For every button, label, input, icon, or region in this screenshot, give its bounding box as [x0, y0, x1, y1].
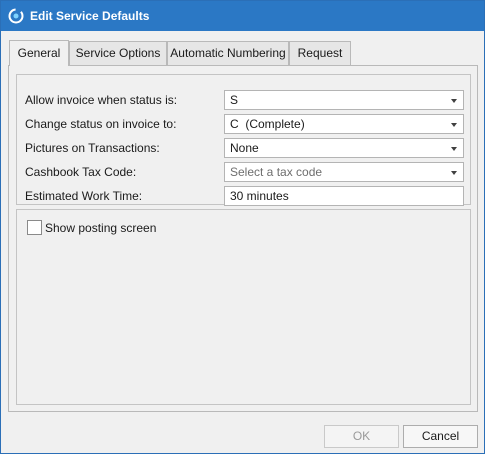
work-time-input[interactable]: 30 minutes [224, 186, 464, 206]
allow-invoice-value: S [230, 93, 239, 107]
edit-service-defaults-dialog: Edit Service Defaults General Service Op… [0, 0, 485, 454]
pictures-dropdown[interactable]: None [224, 138, 464, 158]
show-posting-label[interactable]: Show posting screen [45, 221, 156, 235]
ok-button[interactable]: OK [324, 425, 399, 448]
chevron-down-icon[interactable] [451, 171, 457, 175]
posting-options-group: Show posting screen [16, 209, 471, 405]
pictures-value: None [230, 141, 259, 155]
general-tab-panel: Allow invoice when status is: S Change s… [8, 65, 478, 412]
app-logo-icon [8, 8, 24, 24]
pictures-label: Pictures on Transactions: [25, 141, 160, 155]
change-status-dropdown[interactable]: C (Complete) [224, 114, 464, 134]
tab-general[interactable]: General [9, 40, 69, 66]
cashbook-tax-placeholder: Select a tax code [230, 165, 323, 179]
settings-group: Allow invoice when status is: S Change s… [16, 74, 471, 206]
cancel-button[interactable]: Cancel [403, 425, 478, 448]
tab-request[interactable]: Request [289, 41, 351, 66]
tab-service-options[interactable]: Service Options [69, 41, 167, 66]
cashbook-tax-dropdown[interactable]: Select a tax code [224, 162, 464, 182]
chevron-down-icon[interactable] [451, 99, 457, 103]
change-status-value: C (Complete) [230, 117, 305, 131]
title-bar: Edit Service Defaults [1, 1, 484, 31]
allow-invoice-dropdown[interactable]: S [224, 90, 464, 110]
tab-automatic-numbering[interactable]: Automatic Numbering [167, 41, 289, 66]
window-title: Edit Service Defaults [30, 9, 150, 23]
chevron-down-icon[interactable] [451, 123, 457, 127]
cashbook-tax-label: Cashbook Tax Code: [25, 165, 137, 179]
change-status-label: Change status on invoice to: [25, 117, 177, 131]
allow-invoice-label: Allow invoice when status is: [25, 93, 178, 107]
work-time-label: Estimated Work Time: [25, 189, 143, 203]
chevron-down-icon[interactable] [451, 147, 457, 151]
work-time-value: 30 minutes [230, 189, 289, 203]
show-posting-checkbox[interactable] [27, 220, 42, 235]
